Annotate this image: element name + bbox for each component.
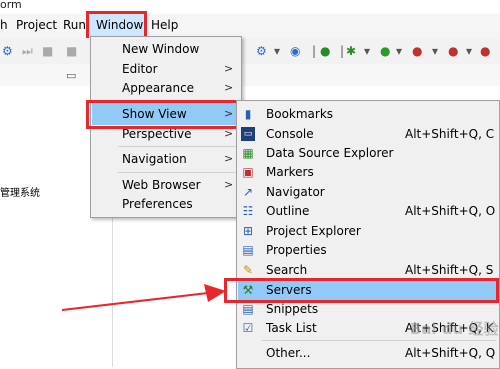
- dropdown-chevron-icon-5[interactable]: ▾: [466, 44, 472, 58]
- window-title: orm: [0, 0, 22, 11]
- suspend-icon[interactable]: ■: [42, 44, 53, 58]
- debug-bug-icon[interactable]: ✱: [346, 44, 356, 58]
- outline-icon: ☷: [242, 204, 254, 218]
- servers-annotation: [224, 278, 499, 303]
- menu-item-preferences[interactable]: Preferences: [122, 197, 193, 211]
- coverage-icon[interactable]: ●: [448, 44, 458, 58]
- run-icon[interactable]: ●: [380, 44, 390, 58]
- task-list-icon: ☑: [242, 321, 254, 335]
- terminate-icon[interactable]: ■: [66, 44, 77, 58]
- dropdown-chevron-icon-2[interactable]: ▾: [364, 44, 370, 58]
- menu-run[interactable]: Run: [63, 18, 86, 32]
- submenu-arrow-icon: >: [224, 62, 234, 75]
- submenu-arrow-icon: >: [224, 178, 234, 191]
- minimize-icon[interactable]: ▭: [66, 69, 76, 82]
- external-tools-icon[interactable]: ●: [412, 44, 422, 58]
- toolbar-separator-icon: |: [312, 44, 317, 58]
- toolbar-separator-icon-2: |: [340, 44, 345, 58]
- view-item-console[interactable]: Console: [266, 127, 314, 141]
- title-bar: orm: [0, 0, 500, 14]
- view-item-properties[interactable]: Properties: [266, 243, 327, 257]
- navigator-icon: ↗: [242, 185, 254, 199]
- debug-icon[interactable]: ⚙: [2, 44, 13, 58]
- menu-file[interactable]: h: [0, 18, 8, 32]
- search-shortcut: Alt+Shift+Q, S: [405, 263, 494, 277]
- new-icon[interactable]: ●: [480, 44, 490, 58]
- dropdown-chevron-icon[interactable]: ▾: [274, 44, 280, 58]
- outline-shortcut: Alt+Shift+Q, O: [405, 204, 496, 218]
- menu-item-perspective[interactable]: Perspective: [122, 127, 192, 141]
- view-item-data-source-explorer[interactable]: Data Source Explorer: [266, 146, 393, 160]
- step-icon[interactable]: ⏭: [22, 44, 33, 58]
- menu-item-editor[interactable]: Editor: [122, 62, 158, 76]
- menu-item-appearance[interactable]: Appearance: [122, 81, 194, 95]
- dropdown-chevron-icon-4[interactable]: ▾: [432, 44, 438, 58]
- console-icon: ▭: [241, 127, 255, 141]
- menu-separator: [118, 172, 236, 173]
- console-shortcut: Alt+Shift+Q, C: [405, 127, 495, 141]
- project-explorer-icon: ⊞: [242, 224, 254, 238]
- search-icon: ✎: [242, 263, 254, 277]
- menu-separator: [262, 340, 496, 341]
- project-tree-item[interactable]: 管理系统: [0, 184, 40, 199]
- view-item-project-explorer[interactable]: Project Explorer: [266, 224, 361, 238]
- menu-project[interactable]: Project: [16, 18, 57, 32]
- other-shortcut: Alt+Shift+Q, Q: [405, 346, 496, 360]
- menu-item-web-browser[interactable]: Web Browser: [122, 178, 201, 192]
- data-source-icon: ▦: [242, 146, 254, 160]
- view-item-search[interactable]: Search: [266, 263, 307, 277]
- new-server-icon[interactable]: ⚙: [256, 44, 267, 58]
- menu-help[interactable]: Help: [151, 18, 178, 32]
- submenu-arrow-icon: >: [224, 81, 234, 94]
- globe-icon[interactable]: ●: [320, 44, 330, 58]
- menu-separator: [118, 146, 236, 147]
- view-item-task-list[interactable]: Task List: [266, 321, 317, 335]
- view-item-other[interactable]: Other...: [266, 346, 310, 360]
- view-item-markers[interactable]: Markers: [266, 165, 314, 179]
- markers-icon: ▣: [242, 165, 254, 179]
- menu-item-new-window[interactable]: New Window: [122, 42, 199, 56]
- properties-icon: ▤: [242, 243, 254, 257]
- view-item-snippets[interactable]: Snippets: [266, 302, 318, 316]
- snippets-icon: ▤: [242, 302, 254, 316]
- view-item-bookmarks[interactable]: Bookmarks: [266, 107, 333, 121]
- submenu-arrow-icon: >: [224, 152, 234, 165]
- watermark: Bai du 经验: [410, 320, 499, 338]
- bookmarks-icon: ▮: [244, 107, 252, 121]
- dropdown-chevron-icon-3[interactable]: ▾: [396, 44, 402, 58]
- view-item-navigator[interactable]: Navigator: [266, 185, 325, 199]
- view-item-outline[interactable]: Outline: [266, 204, 309, 218]
- show-view-annotation: [86, 100, 240, 129]
- new-java-project-icon[interactable]: ◉: [290, 44, 300, 58]
- annotation-arrow-icon: [61, 284, 226, 311]
- menu-item-navigation[interactable]: Navigation: [122, 152, 187, 166]
